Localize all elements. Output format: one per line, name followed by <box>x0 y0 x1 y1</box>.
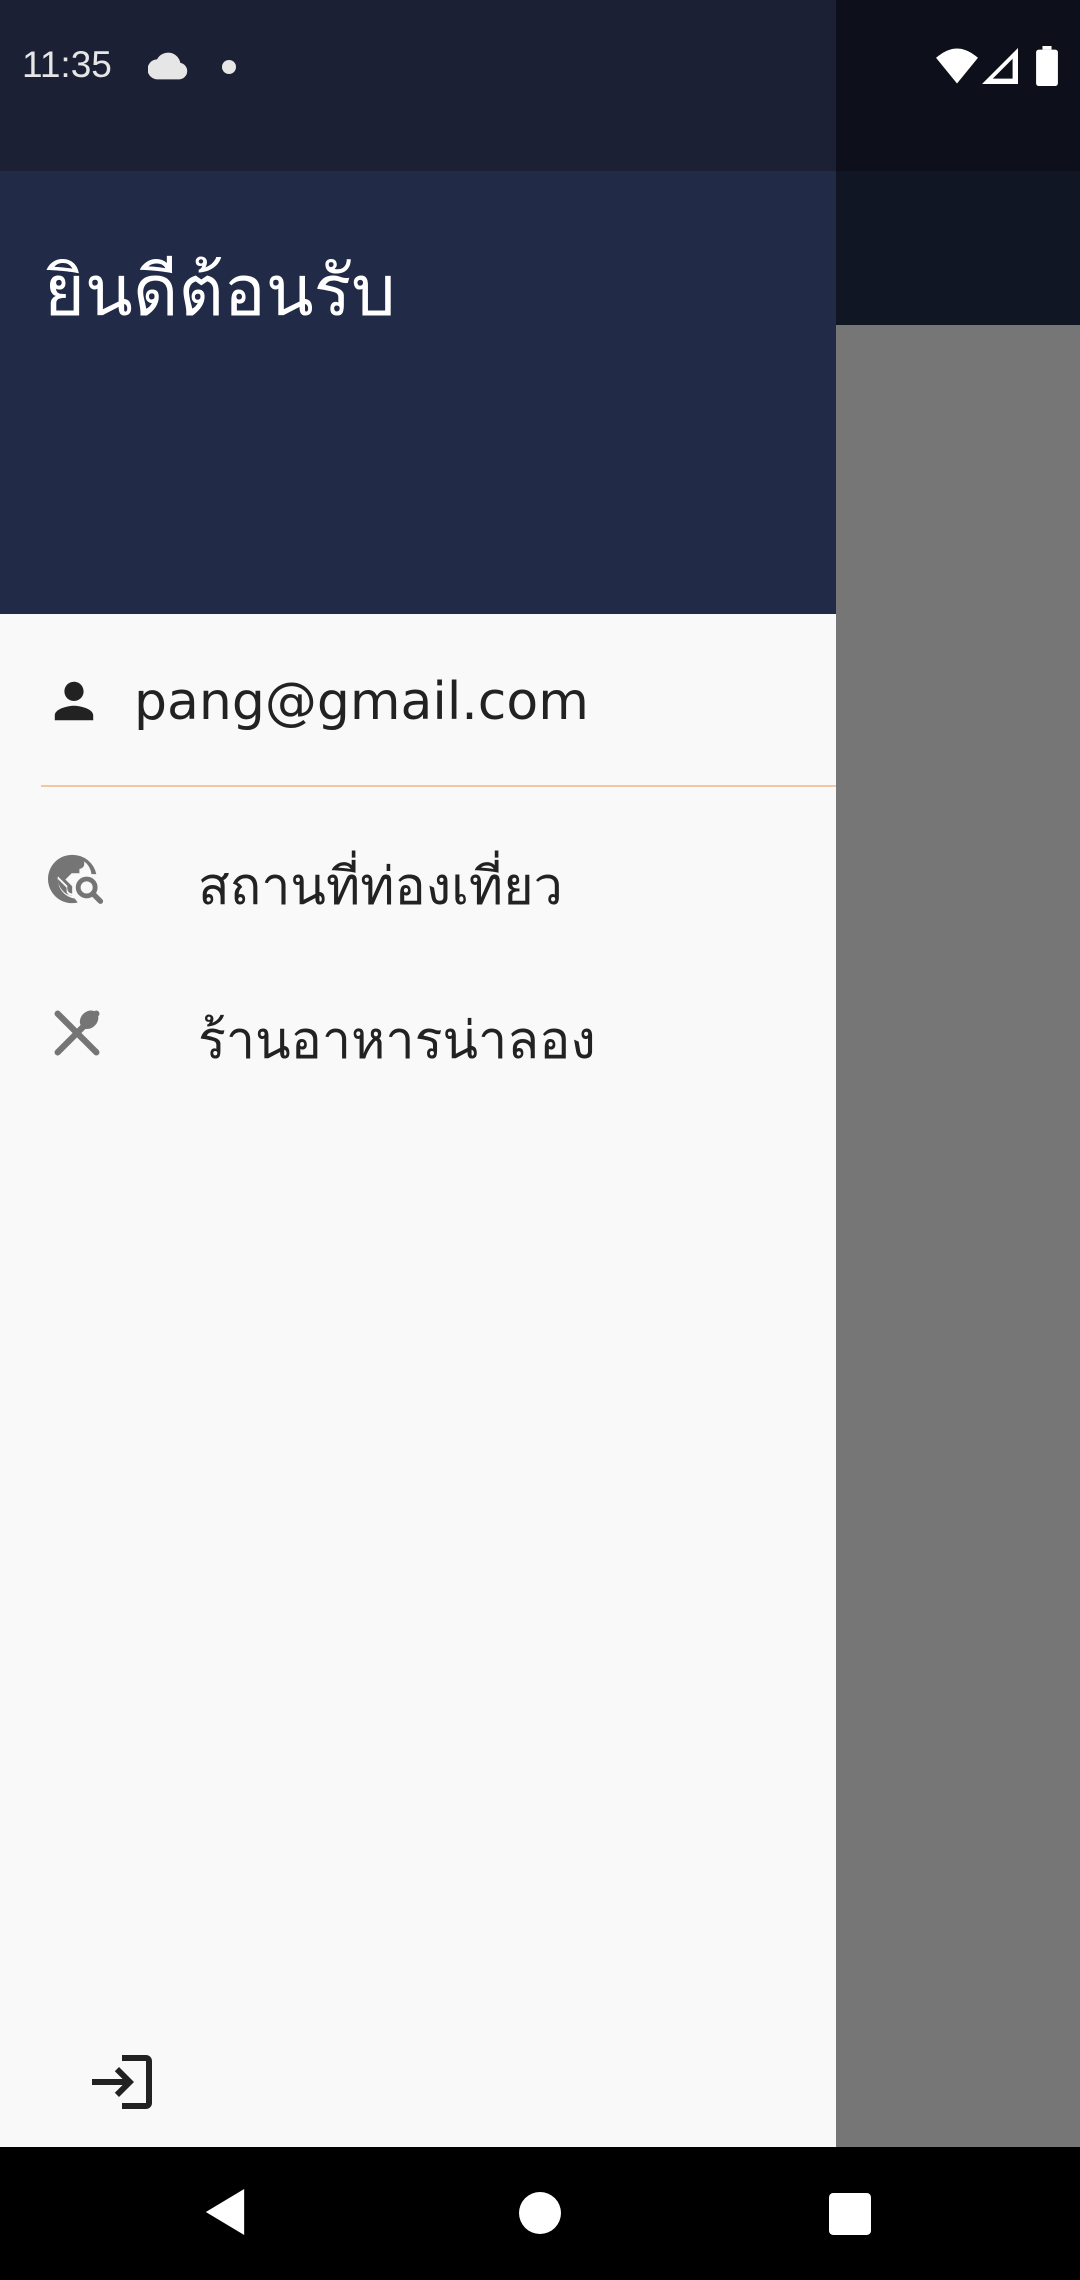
drawer-header: ยินดีต้อนรับ <box>0 171 836 614</box>
menu-item-label: สถานที่ท่องเที่ยว <box>198 857 563 917</box>
menu-item-restaurants[interactable]: ร้านอาหารน่าลอง <box>0 958 836 1108</box>
wifi-icon <box>936 48 978 84</box>
user-email: pang@gmail.com <box>134 672 589 732</box>
menu-item-label: ร้านอาหารน่าลอง <box>198 1011 596 1071</box>
drawer-statusbar-background <box>0 0 836 171</box>
battery-icon <box>1036 46 1058 86</box>
dot-icon <box>222 60 236 74</box>
person-icon <box>54 681 94 721</box>
status-time: 11:35 <box>22 44 112 85</box>
divider <box>41 785 836 787</box>
navigation-bar <box>0 2147 1080 2280</box>
menu-item-attractions[interactable]: สถานที่ท่องเที่ยว <box>0 804 836 954</box>
signal-icon <box>982 48 1018 84</box>
restaurant-icon <box>54 1010 100 1056</box>
back-button[interactable] <box>205 2189 245 2235</box>
cloud-icon <box>148 52 188 80</box>
navigation-drawer: ยินดีต้อนรับ pang@gmail.com สถานที่ท่องเ… <box>0 0 836 2147</box>
travel-explore-icon <box>48 854 104 904</box>
user-account-row: pang@gmail.com <box>0 614 836 786</box>
home-button[interactable] <box>519 2192 561 2234</box>
screen: ยินดีต้อนรับ pang@gmail.com สถานที่ท่องเ… <box>0 0 1080 2280</box>
recents-button[interactable] <box>829 2193 871 2235</box>
drawer-title: ยินดีต้อนรับ <box>44 250 396 332</box>
login-icon[interactable] <box>86 2046 158 2118</box>
